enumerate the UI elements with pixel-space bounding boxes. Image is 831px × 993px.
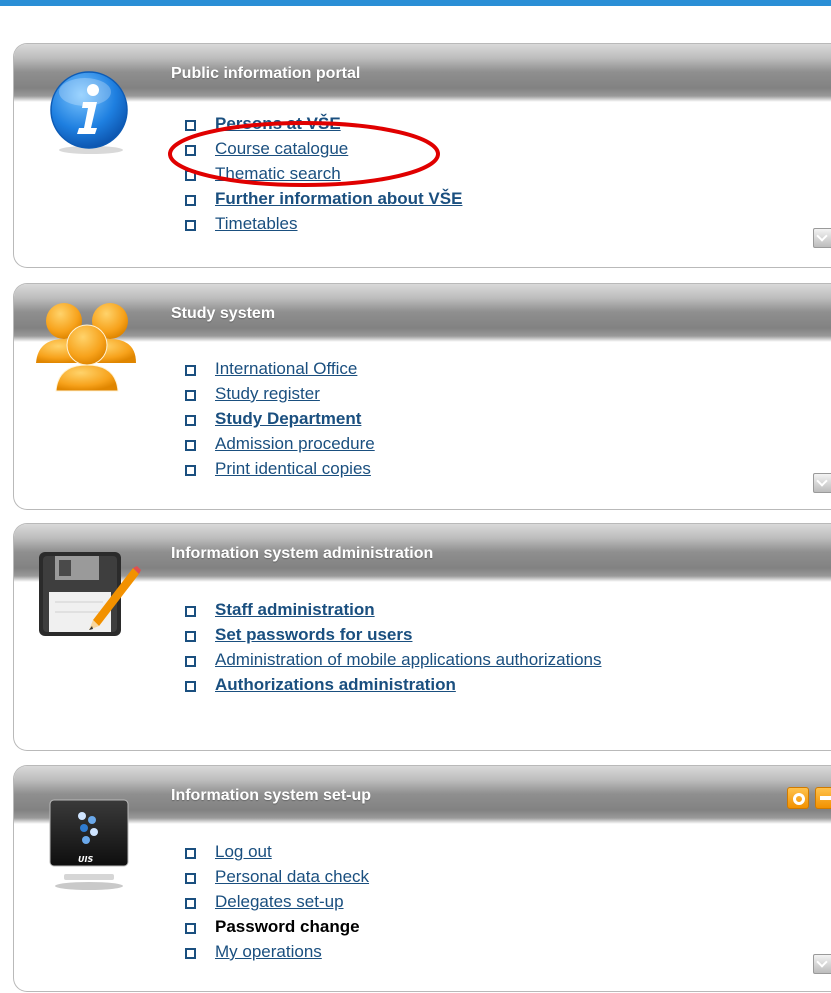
- link-log-out[interactable]: Log out: [215, 842, 272, 861]
- list-item: Study Department: [184, 406, 375, 431]
- settings-gear-icon[interactable]: [787, 787, 809, 809]
- link-timetables[interactable]: Timetables: [215, 214, 298, 233]
- panel-header: Information system set-up: [14, 766, 831, 824]
- panel-title: Public information portal: [171, 65, 361, 82]
- link-my-operations[interactable]: My operations: [215, 942, 322, 961]
- link-international-office[interactable]: International Office: [215, 359, 357, 378]
- list-item: Administration of mobile applications au…: [184, 647, 601, 672]
- expand-button[interactable]: [813, 473, 831, 493]
- panel-title: Information system administration: [171, 545, 434, 562]
- link-authorizations-administration[interactable]: Authorizations administration: [215, 675, 456, 694]
- list-item: Timetables: [184, 211, 462, 236]
- people-icon: [36, 297, 136, 398]
- list-item: Admission procedure: [184, 431, 375, 456]
- link-list: International Office Study register Stud…: [184, 356, 375, 481]
- panel-header: Study system: [14, 284, 831, 342]
- panel-information-system-set-up: Information system set-up Log out Person…: [13, 765, 831, 992]
- list-item: Set passwords for users: [184, 622, 601, 647]
- link-list: Log out Personal data check Delegates se…: [184, 839, 369, 964]
- panel-header: Public information portal: [14, 44, 831, 102]
- link-study-department[interactable]: Study Department: [215, 409, 361, 428]
- list-item: Personal data check: [184, 864, 369, 889]
- list-item: Password change: [184, 914, 369, 939]
- monitor-icon: UIS: [48, 798, 130, 895]
- panel-title: Study system: [171, 305, 276, 322]
- list-item: Authorizations administration: [184, 672, 601, 697]
- list-item: Log out: [184, 839, 369, 864]
- monitor-brand-label: UIS: [78, 855, 93, 864]
- floppy-pencil-icon: [37, 548, 141, 645]
- link-study-register[interactable]: Study register: [215, 384, 320, 403]
- top-accent-bar: [0, 0, 831, 6]
- link-list: Staff administration Set passwords for u…: [184, 597, 601, 697]
- list-item: Print identical copies: [184, 456, 375, 481]
- panel-title: Information system set-up: [171, 787, 372, 804]
- link-staff-administration[interactable]: Staff administration: [215, 600, 375, 619]
- info-icon: [47, 70, 131, 159]
- list-item: International Office: [184, 356, 375, 381]
- link-delegates-set-up[interactable]: Delegates set-up: [215, 892, 344, 911]
- link-mobile-authorizations[interactable]: Administration of mobile applications au…: [215, 650, 601, 669]
- link-set-passwords[interactable]: Set passwords for users: [215, 625, 412, 644]
- list-item: Staff administration: [184, 597, 601, 622]
- list-item: Study register: [184, 381, 375, 406]
- link-print-identical-copies[interactable]: Print identical copies: [215, 459, 371, 478]
- link-further-information[interactable]: Further information about VŠE: [215, 189, 462, 208]
- annotation-ellipse: [168, 121, 440, 187]
- expand-button[interactable]: [813, 228, 831, 248]
- list-item: Delegates set-up: [184, 889, 369, 914]
- password-change-label: Password change: [215, 917, 360, 936]
- minimize-icon[interactable]: [815, 787, 831, 809]
- link-personal-data-check[interactable]: Personal data check: [215, 867, 369, 886]
- link-admission-procedure[interactable]: Admission procedure: [215, 434, 375, 453]
- expand-button[interactable]: [813, 954, 831, 974]
- list-item: My operations: [184, 939, 369, 964]
